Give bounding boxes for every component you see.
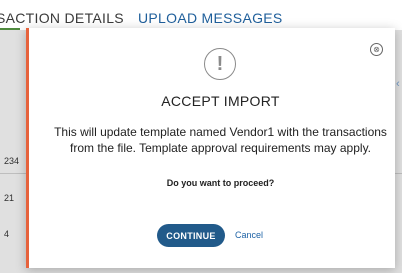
tab-upload-messages[interactable]: UPLOAD MESSAGES [138, 10, 283, 26]
cancel-button[interactable]: Cancel [235, 224, 263, 247]
close-icon[interactable]: ⊗ [370, 43, 383, 56]
alert-icon: ! [204, 48, 236, 80]
dialog-message-line: from the file. Template approval require… [69, 141, 372, 155]
tab-transaction-details[interactable]: SACTION DETAILS [0, 10, 124, 26]
accept-import-dialog: ⊗ ! ACCEPT IMPORT This will update templ… [26, 28, 395, 268]
dialog-title: ACCEPT IMPORT [161, 93, 280, 109]
dialog-question: Do you want to proceed? [166, 178, 275, 188]
tab-bar: SACTION DETAILS UPLOAD MESSAGES [0, 0, 402, 31]
continue-button[interactable]: CONTINUE [157, 224, 225, 247]
dialog-message-line: This will update template named Vendor1 … [54, 125, 387, 139]
dialog-message: This will update template named Vendor1 … [29, 124, 402, 156]
